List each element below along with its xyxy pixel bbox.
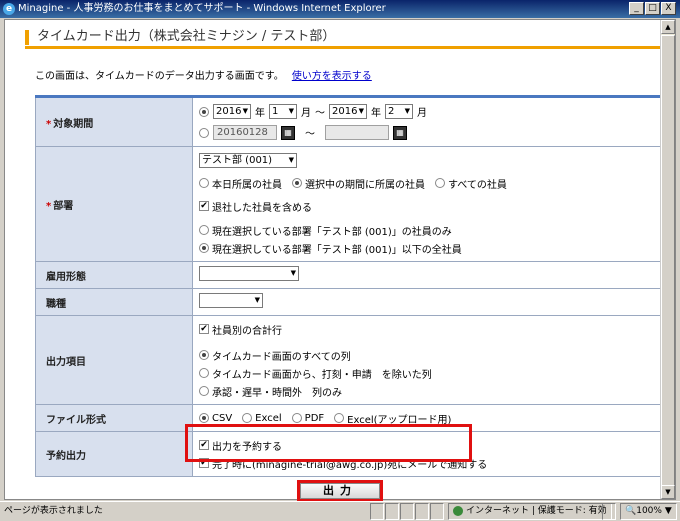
scroll-up-icon[interactable]: ▲ — [661, 20, 675, 34]
page-heading: タイムカード出力（株式会社ミナジン / テスト部） — [25, 27, 665, 49]
calendar-icon[interactable]: ▦ — [281, 125, 295, 140]
output-button[interactable]: 出力 — [300, 483, 380, 499]
status-cell — [400, 503, 414, 520]
from-year-select[interactable]: 2016 ▼ — [213, 104, 251, 119]
zoom-icon: 🔍 — [625, 506, 637, 516]
format-option-csv[interactable]: CSV — [199, 413, 232, 424]
page-title: タイムカード出力（株式会社ミナジン / テスト部） — [37, 29, 336, 44]
zoom-level[interactable]: 🔍100% ▼ — [620, 503, 677, 520]
period-label: * 対象期間 — [35, 96, 193, 147]
month-unit: 月 — [417, 108, 427, 119]
job-type-label: 職種 — [35, 288, 193, 316]
export-form: * 対象期間 2016 ▼ 年 1 ▼ 月 ～ 2016 ▼ 年 2 ▼ 月 201601… — [35, 95, 663, 477]
output-items-label: 出力項目 — [35, 315, 193, 405]
help-link[interactable]: 使い方を表示する — [292, 71, 372, 82]
employment-type-label: 雇用形態 — [35, 261, 193, 289]
to-month-select[interactable]: 2 ▼ — [385, 104, 413, 119]
range-option[interactable]: 現在選択している部署「テスト部 (001)」の社員のみ — [199, 223, 452, 238]
close-button[interactable]: X — [661, 2, 676, 15]
range-tilde: ～ — [305, 129, 315, 140]
department-select[interactable]: テスト部 (001) ▼ — [199, 152, 297, 168]
calendar-icon[interactable]: ▦ — [393, 125, 407, 140]
employment-type-select[interactable]: ▼ — [199, 266, 299, 281]
scope-option[interactable]: 選択中の期間に所属の社員 — [292, 176, 425, 191]
status-message: ページが表示されました — [4, 506, 103, 516]
intro-description: この画面は、タイムカードのデータ出力する画面です。 — [35, 71, 284, 82]
reservation-label: 予約出力 — [35, 431, 193, 477]
chevron-down-icon: ▼ — [404, 107, 410, 115]
checkmark-icon: ✔ — [199, 324, 209, 334]
heading-accent — [25, 30, 29, 45]
year-unit: 年 — [371, 108, 381, 119]
submit-highlight: 出力 — [297, 480, 383, 502]
window-title: Minagine - 人事労務のお仕事をまとめてサポート - Windows I… — [18, 3, 386, 14]
scope-option[interactable]: 本日所属の社員 — [199, 176, 282, 191]
chevron-down-icon: ▼ — [358, 107, 364, 115]
scroll-thumb[interactable] — [661, 35, 675, 490]
date-to-input[interactable] — [325, 125, 389, 140]
chevron-down-icon: ▼ — [288, 107, 294, 115]
per-employee-total-checkbox[interactable]: ✔ 社員別の合計行 — [199, 322, 282, 337]
globe-icon — [453, 505, 463, 516]
page-content: タイムカード出力（株式会社ミナジン / テスト部） この画面は、タイムカードのデ… — [4, 19, 676, 500]
year-unit: 年 — [255, 108, 265, 119]
status-cell — [370, 503, 384, 520]
job-type-select[interactable]: ▼ — [199, 293, 263, 308]
period-date-radio[interactable] — [199, 127, 209, 138]
date-from-input[interactable]: 20160128 — [213, 125, 277, 140]
format-option-excel[interactable]: Excel — [242, 413, 282, 424]
scope-option[interactable]: すべての社員 — [435, 176, 507, 191]
window-titlebar: e Minagine - 人事労務のお仕事をまとめてサポート - Windows… — [0, 0, 680, 18]
checkmark-icon: ✔ — [199, 201, 209, 211]
file-format-label: ファイル形式 — [35, 404, 193, 432]
period-month-radio[interactable] — [199, 106, 209, 117]
status-cell — [385, 503, 399, 520]
status-cell — [415, 503, 429, 520]
column-option[interactable]: タイムカード画面のすべての列 — [199, 348, 351, 363]
range-tilde: ～ — [315, 108, 325, 119]
security-zone[interactable]: インターネット | 保護モード: 有効 — [448, 503, 612, 520]
include-retired-checkbox[interactable]: ✔ 退社した社員を含める — [199, 199, 312, 214]
range-option[interactable]: 現在選択している部署「テスト部 (001)」以下の全社員 — [199, 241, 462, 256]
status-cell — [430, 503, 444, 520]
intro-text: この画面は、タイムカードのデータ出力する画面です。 使い方を表示する — [35, 67, 372, 82]
ie-icon: e — [3, 3, 15, 15]
minimize-button[interactable]: _ — [629, 2, 644, 15]
protected-mode-cell — [602, 503, 616, 520]
column-option[interactable]: タイムカード画面から、打刻・申請 を除いた列 — [199, 366, 432, 381]
to-year-select[interactable]: 2016 ▼ — [329, 104, 367, 119]
maximize-button[interactable]: □ — [645, 2, 660, 15]
chevron-down-icon: ▼ — [290, 269, 296, 277]
vertical-scrollbar[interactable]: ▲ ▼ — [660, 20, 675, 499]
scroll-down-icon[interactable]: ▼ — [661, 485, 675, 499]
month-unit: 月 — [301, 108, 311, 119]
chevron-down-icon: ▼ — [242, 107, 248, 115]
chevron-down-icon: ▼ — [254, 296, 260, 304]
column-option[interactable]: 承認・遅早・時間外 列のみ — [199, 384, 342, 399]
reservation-highlight — [185, 424, 472, 462]
department-label: * 部署 — [35, 146, 193, 262]
format-option-pdf[interactable]: PDF — [291, 413, 324, 424]
from-month-select[interactable]: 1 ▼ — [269, 104, 297, 119]
chevron-down-icon: ▼ — [288, 155, 294, 164]
status-bar: ページが表示されました インターネット | 保護モード: 有効 🔍100% ▼ — [0, 501, 680, 521]
